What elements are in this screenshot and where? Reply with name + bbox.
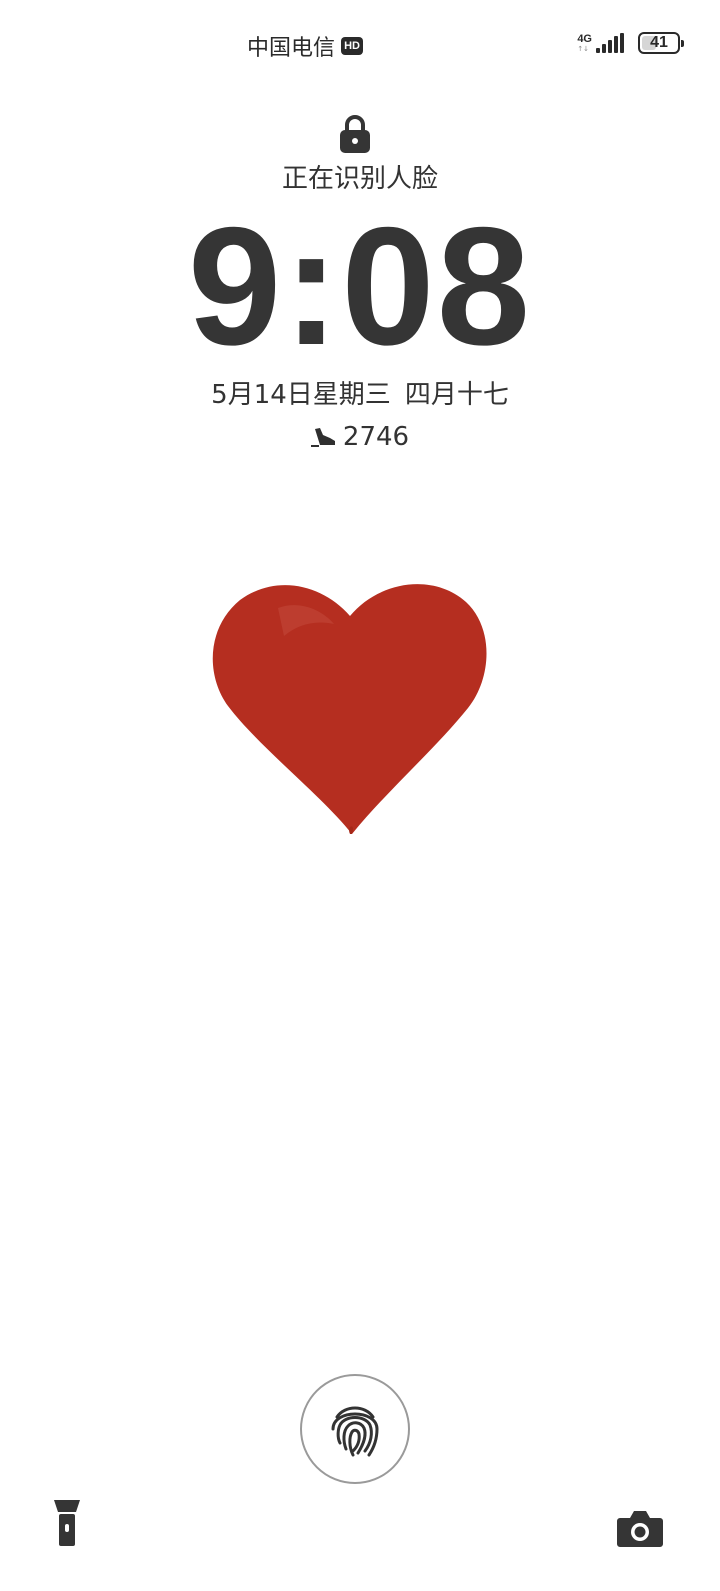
step-counter: 2746 <box>0 422 720 452</box>
carrier-name: 中国电信 <box>247 36 336 61</box>
fingerprint-button[interactable] <box>300 1374 410 1484</box>
fingerprint-icon <box>331 1406 379 1457</box>
date-line: 5月14日星期三 四月十七 <box>0 374 720 411</box>
lock-icon <box>340 115 370 153</box>
face-recognition-status: 正在识别人脸 <box>281 164 438 194</box>
data-activity-arrows: ↑↓ <box>577 44 590 53</box>
battery-percent: 41 <box>650 34 668 51</box>
date-text: 5月14日星期三 <box>211 380 391 410</box>
carrier-info: 中国电信 HD <box>247 30 364 62</box>
status-bar: 中国电信 HD 4G ↑↓ 41 <box>0 0 720 92</box>
step-count: 2746 <box>342 422 410 452</box>
camera-icon[interactable] <box>616 1508 664 1548</box>
signal-bars-icon <box>596 33 624 53</box>
hd-badge: HD <box>341 37 364 55</box>
status-indicators: 4G ↑↓ 41 <box>577 32 684 54</box>
flashlight-icon[interactable] <box>50 1498 84 1548</box>
network-type: 4G ↑↓ <box>577 32 592 53</box>
shoe-icon <box>310 428 335 447</box>
battery-icon: 41 <box>638 32 684 54</box>
network-type-label: 4G <box>577 32 592 45</box>
lunar-date-text: 四月十七 <box>404 380 509 410</box>
heart-wallpaper <box>212 584 487 834</box>
lock-clock: 9:08 <box>187 192 533 380</box>
